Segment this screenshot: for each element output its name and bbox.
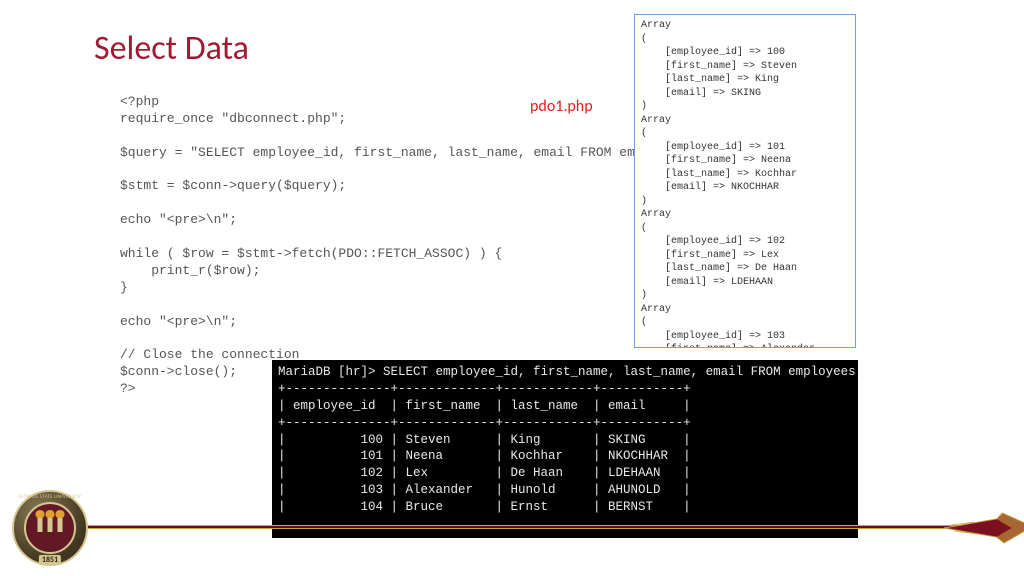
slide-title: Select Data <box>94 28 249 69</box>
php-code-block: <?php require_once "dbconnect.php"; $que… <box>120 94 705 398</box>
seal-university-text: FLORIDA STATE UNIVERSITY <box>14 494 86 500</box>
php-output-box: Array ( [employee_id] => 100 [first_name… <box>634 14 856 348</box>
fsu-seal: FLORIDA STATE UNIVERSITY 1851 <box>12 490 88 566</box>
seal-year: 1851 <box>39 555 61 565</box>
spear-icon <box>944 505 1024 551</box>
mariadb-terminal: MariaDB [hr]> SELECT employee_id, first_… <box>272 360 858 538</box>
divider-rule <box>70 525 990 529</box>
